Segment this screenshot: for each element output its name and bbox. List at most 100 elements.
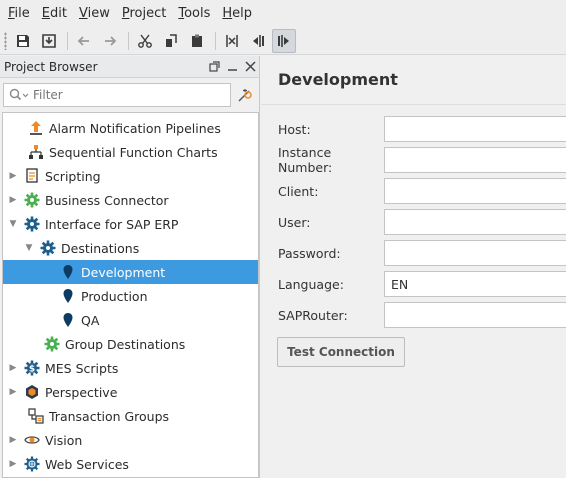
paste-button[interactable]: [185, 29, 209, 53]
gear-icon: [23, 215, 41, 233]
tree-item-production[interactable]: Production: [3, 284, 258, 308]
menu-view-mnemonic: V: [78, 6, 88, 21]
password-label: Password:: [278, 245, 341, 261]
menu-view-label: iew: [87, 6, 110, 21]
tree-item-perspective[interactable]: ▶ Perspective: [3, 380, 258, 404]
expand-arrow-icon[interactable]: ▶: [7, 356, 19, 380]
toolbar-grip[interactable]: [4, 31, 7, 50]
expand-arrow-icon[interactable]: ▶: [7, 164, 19, 188]
collapse-arrow-icon[interactable]: ▼: [7, 212, 19, 236]
web-services-icon: [23, 455, 41, 473]
tree-item-group-destinations[interactable]: Group Destinations: [3, 332, 258, 356]
language-label: Language:: [278, 276, 344, 292]
tree-item-label: Group Destinations: [65, 336, 186, 352]
close-icon: [244, 61, 256, 72]
user-row: User:: [278, 209, 566, 235]
expand-arrow-icon[interactable]: ▶: [7, 428, 19, 452]
destination-editor: Development Host: Instance Number: Clien…: [261, 56, 566, 478]
project-browser-header: Project Browser: [0, 56, 259, 78]
filter-options-button[interactable]: [234, 83, 256, 107]
project-browser-panel: Project Browser Alarm Notification Pipel…: [0, 56, 260, 478]
tree-item-mes-scripts[interactable]: ▶ $ MES Scripts: [3, 356, 258, 380]
split-right-icon: [278, 34, 289, 47]
expand-arrow-icon[interactable]: ▶: [7, 452, 19, 476]
expand-arrow-icon[interactable]: ▶: [7, 380, 19, 404]
toolbar: [0, 27, 566, 55]
host-label: Host:: [278, 121, 311, 137]
float-panel-button[interactable]: [205, 58, 223, 76]
menu-project[interactable]: Project: [116, 0, 173, 27]
saprouter-field[interactable]: [384, 302, 566, 328]
tree-item-web-services[interactable]: ▶ Web Services: [3, 452, 258, 476]
align-button[interactable]: [220, 29, 244, 53]
tree-item-label: Interface for SAP ERP: [45, 216, 179, 232]
destination-pin-icon: [59, 263, 77, 281]
split-left-button[interactable]: [246, 29, 270, 53]
tree-item-label: Destinations: [61, 240, 140, 256]
language-field[interactable]: [384, 271, 566, 297]
tree-item-transaction-groups[interactable]: Transaction Groups: [3, 404, 258, 428]
expand-arrow-icon[interactable]: ▶: [7, 188, 19, 212]
tree-item-alarm-notification-pipelines[interactable]: Alarm Notification Pipelines: [3, 116, 258, 140]
tree-item-scripting[interactable]: ▶ Scripting: [3, 164, 258, 188]
split-left-icon: [253, 34, 264, 47]
filter-field[interactable]: [3, 83, 231, 107]
gear-icon: [43, 335, 61, 353]
menu-help[interactable]: Help: [216, 0, 258, 27]
transaction-groups-icon: [27, 407, 45, 425]
saprouter-row: SAPRouter:: [278, 302, 566, 328]
tree-item-destinations[interactable]: ▼ Destinations: [3, 236, 258, 260]
close-panel-button[interactable]: [241, 58, 259, 76]
menu-tools-label: ools: [184, 6, 211, 21]
undo-icon: [77, 35, 89, 46]
menu-help-label: elp: [232, 6, 253, 21]
tree-item-qa[interactable]: QA: [3, 308, 258, 332]
client-field[interactable]: [384, 178, 566, 204]
gear-icon: [39, 239, 57, 257]
alarm-pipeline-icon: [27, 119, 45, 137]
split-right-button[interactable]: [272, 28, 296, 53]
save-icon: [17, 34, 29, 47]
filter-options-icon: [238, 89, 252, 102]
save-button[interactable]: [11, 29, 35, 53]
tree-item-label: Transaction Groups: [49, 408, 170, 424]
filter-input[interactable]: [29, 87, 209, 103]
gear-icon: [23, 191, 41, 209]
menu-view[interactable]: View: [73, 0, 116, 27]
filter-row: [0, 78, 259, 110]
user-field[interactable]: [384, 209, 566, 235]
instance-number-row: Instance Number:: [278, 145, 566, 175]
instance-number-field[interactable]: [384, 147, 566, 173]
perspective-icon: [23, 383, 41, 401]
tree-item-development[interactable]: Development: [3, 260, 258, 284]
save-all-button[interactable]: [37, 29, 61, 53]
mes-scripts-icon: $: [23, 359, 41, 377]
redo-button[interactable]: [98, 29, 122, 53]
copy-button[interactable]: [159, 29, 183, 53]
scripting-icon: [23, 167, 41, 185]
tree-item-interface-for-sap-erp[interactable]: ▼ Interface for SAP ERP: [3, 212, 258, 236]
svg-text:$: $: [29, 365, 35, 375]
menu-edit[interactable]: Edit: [36, 0, 73, 27]
tree-item-sequential-function-charts[interactable]: Sequential Function Charts: [3, 140, 258, 164]
host-field[interactable]: [384, 116, 566, 142]
collapse-arrow-icon[interactable]: ▼: [23, 236, 35, 260]
vision-icon: [23, 431, 41, 449]
menu-tools[interactable]: Tools: [172, 0, 216, 27]
project-tree: Alarm Notification Pipelines Sequential …: [2, 112, 259, 478]
language-row: Language:: [278, 271, 566, 297]
tree-item-label: Scripting: [45, 168, 101, 184]
tree-item-vision[interactable]: ▶ Vision: [3, 428, 258, 452]
menu-file[interactable]: File: [2, 0, 36, 27]
cut-button[interactable]: [133, 29, 157, 53]
page-title: Development: [278, 70, 398, 89]
tree-item-business-connector[interactable]: ▶ Business Connector: [3, 188, 258, 212]
undo-button[interactable]: [72, 29, 96, 53]
password-field[interactable]: [384, 240, 566, 266]
minimize-panel-button[interactable]: [223, 58, 241, 76]
test-connection-button[interactable]: Test Connection: [277, 337, 405, 367]
